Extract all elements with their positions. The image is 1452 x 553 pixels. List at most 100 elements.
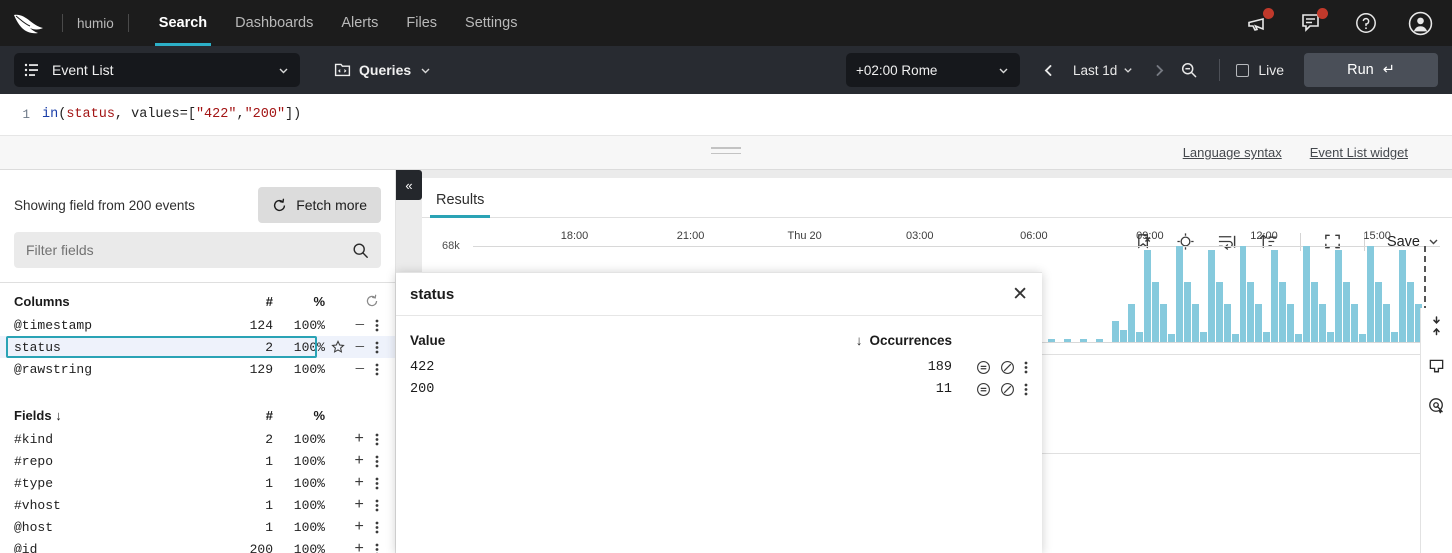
help-icon[interactable]	[1354, 11, 1378, 35]
chart-bar[interactable]	[1120, 330, 1127, 342]
chart-bar[interactable]	[1399, 250, 1406, 342]
chart-bar[interactable]	[1192, 304, 1199, 342]
language-syntax-link[interactable]: Language syntax	[1183, 145, 1282, 160]
next-time-button[interactable]	[1145, 56, 1173, 84]
chart-bar[interactable]	[1112, 321, 1119, 342]
more-options-icon[interactable]	[1024, 382, 1028, 397]
run-button[interactable]: Run ↵	[1304, 53, 1438, 87]
more-options-icon[interactable]	[375, 454, 379, 469]
chart-bar[interactable]	[1311, 282, 1318, 342]
filter-out-icon[interactable]	[1000, 382, 1015, 397]
nav-item-settings[interactable]: Settings	[451, 0, 531, 46]
field-row-type[interactable]: #type 1 100% +	[0, 472, 395, 494]
field-row-host[interactable]: @host 1 100% +	[0, 516, 395, 538]
field-row-id[interactable]: @id 200 100% +	[0, 538, 395, 553]
chart-bar[interactable]	[1144, 250, 1151, 342]
fetch-more-button[interactable]: Fetch more	[258, 187, 381, 223]
chart-bar[interactable]	[1375, 282, 1382, 342]
chart-bar[interactable]	[1279, 282, 1286, 342]
chart-bar[interactable]	[1327, 332, 1334, 342]
collapse-expand-icon[interactable]	[1428, 316, 1445, 336]
star-icon[interactable]	[331, 340, 345, 354]
chart-bar[interactable]	[1160, 304, 1167, 342]
chart-bar[interactable]	[1343, 282, 1350, 342]
org-name[interactable]: humio	[77, 16, 114, 31]
query-text[interactable]: in(status, values=["422","200"])	[42, 107, 301, 122]
user-avatar-icon[interactable]	[1408, 11, 1432, 35]
remove-column-icon[interactable]: —	[356, 361, 364, 377]
chart-bar[interactable]	[1335, 250, 1342, 342]
queries-button[interactable]: Queries	[334, 62, 432, 78]
field-row-vhost[interactable]: #vhost 1 100% +	[0, 494, 395, 516]
zoom-out-button[interactable]	[1175, 56, 1203, 84]
search-icon[interactable]	[352, 242, 369, 259]
refresh-icon[interactable]	[365, 294, 379, 308]
remove-column-icon[interactable]: —	[356, 317, 364, 333]
more-options-icon[interactable]	[375, 432, 379, 447]
more-options-icon[interactable]	[375, 362, 379, 377]
more-options-icon[interactable]	[375, 340, 379, 355]
event-list-widget-link[interactable]: Event List widget	[1310, 145, 1408, 160]
remove-column-icon[interactable]: —	[356, 339, 364, 355]
column-row-status[interactable]: status 2 100% —	[0, 336, 395, 358]
more-options-icon[interactable]	[375, 520, 379, 535]
chart-bar[interactable]	[1224, 304, 1231, 342]
query-editor[interactable]: 1 in(status, values=["422","200"])	[0, 94, 1452, 136]
chart-bar[interactable]	[1271, 250, 1278, 342]
chart-bar[interactable]	[1287, 304, 1294, 342]
chart-bar[interactable]	[1216, 282, 1223, 342]
chart-bar[interactable]	[1407, 282, 1414, 342]
nav-item-files[interactable]: Files	[392, 0, 451, 46]
sort-descending-icon[interactable]: ↓	[55, 408, 62, 423]
chart-bar[interactable]	[1168, 334, 1175, 342]
column-row-timestamp[interactable]: @timestamp 124 100% —	[0, 314, 395, 336]
add-column-icon[interactable]: +	[354, 541, 364, 553]
filter-fields-input[interactable]	[26, 242, 352, 258]
more-options-icon[interactable]	[375, 476, 379, 491]
chart-bar[interactable]	[1303, 246, 1310, 342]
popover-col-occurrences[interactable]: ↓ Occurrences	[856, 333, 952, 348]
field-row-repo[interactable]: #repo 1 100% +	[0, 450, 395, 472]
chart-bar[interactable]	[1383, 304, 1390, 342]
chart-bar[interactable]	[1263, 332, 1270, 342]
add-column-icon[interactable]: +	[354, 453, 364, 469]
live-toggle[interactable]: Live	[1236, 62, 1284, 78]
inspect-target-icon[interactable]	[1428, 397, 1445, 414]
filter-in-icon[interactable]	[976, 382, 991, 397]
add-column-icon[interactable]: +	[354, 497, 364, 513]
field-row-kind[interactable]: #kind 2 100% +	[0, 428, 395, 450]
chart-bar[interactable]	[1295, 334, 1302, 342]
filter-in-icon[interactable]	[976, 360, 991, 375]
chart-bar[interactable]	[1232, 334, 1239, 342]
chart-bar[interactable]	[1080, 339, 1087, 342]
collapse-panel-button[interactable]: «	[396, 170, 422, 200]
tab-results[interactable]: Results	[422, 192, 498, 217]
live-checkbox[interactable]	[1236, 64, 1249, 77]
filter-out-icon[interactable]	[1000, 360, 1015, 375]
popover-value-row[interactable]: 422 189	[396, 356, 1042, 378]
announcements-icon[interactable]	[1246, 11, 1270, 35]
falcon-logo-icon[interactable]	[10, 8, 48, 38]
time-range-selector[interactable]: Last 1d	[1064, 63, 1143, 78]
filter-fields-box[interactable]	[14, 232, 381, 268]
save-widget-icon[interactable]	[1428, 358, 1445, 375]
popover-value-row[interactable]: 200 11	[396, 378, 1042, 400]
more-options-icon[interactable]	[375, 542, 379, 553]
chart-bar[interactable]	[1176, 246, 1183, 342]
nav-item-dashboards[interactable]: Dashboards	[221, 0, 327, 46]
nav-item-search[interactable]: Search	[145, 0, 221, 46]
chart-bar[interactable]	[1240, 246, 1247, 342]
chart-bar[interactable]	[1136, 332, 1143, 342]
chart-bar[interactable]	[1367, 246, 1374, 342]
more-options-icon[interactable]	[375, 318, 379, 333]
chart-bar[interactable]	[1255, 304, 1262, 342]
chart-bar[interactable]	[1208, 250, 1215, 342]
close-icon[interactable]: ✕	[1012, 285, 1028, 304]
chart-bar[interactable]	[1391, 332, 1398, 342]
chart-bar[interactable]	[1064, 339, 1071, 342]
nav-item-alerts[interactable]: Alerts	[327, 0, 392, 46]
column-row-rawstring[interactable]: @rawstring 129 100% —	[0, 358, 395, 380]
chart-bar[interactable]	[1096, 339, 1103, 342]
resize-grip-handle[interactable]	[711, 147, 741, 158]
chart-bar[interactable]	[1319, 304, 1326, 342]
